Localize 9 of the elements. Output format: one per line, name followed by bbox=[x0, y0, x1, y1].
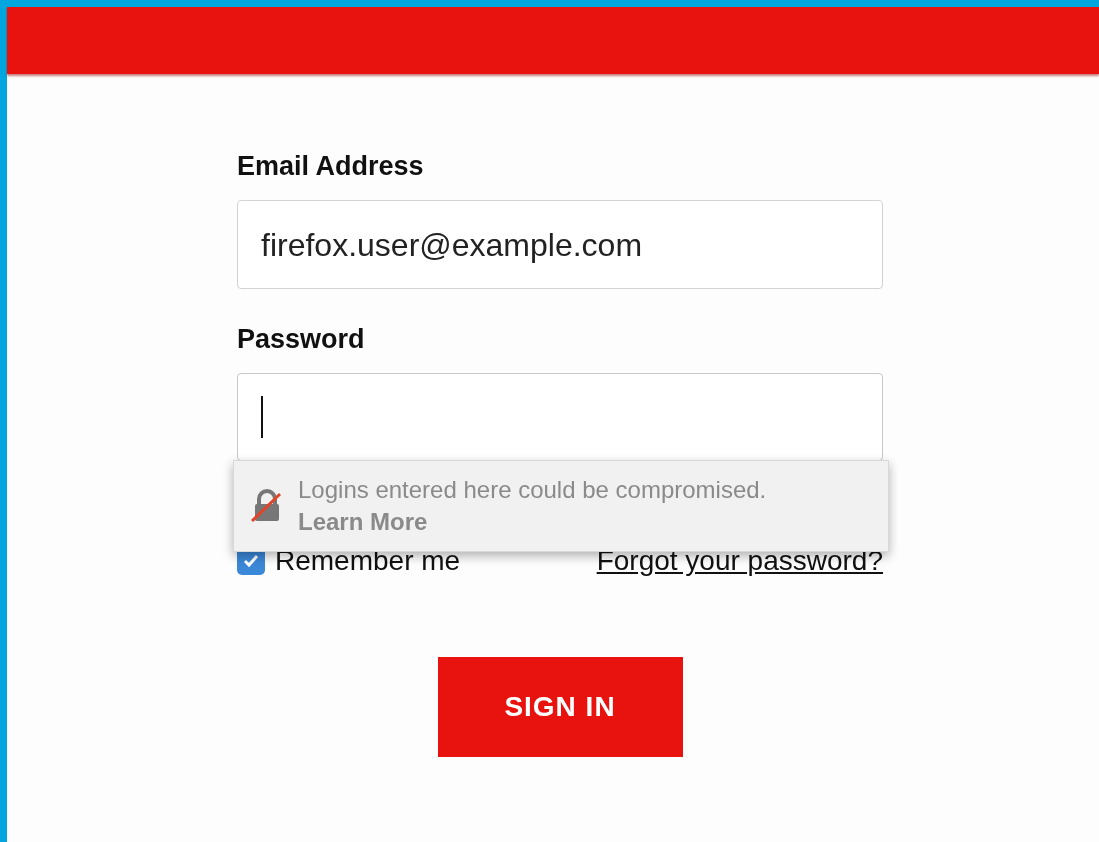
password-label: Password bbox=[237, 323, 366, 355]
email-field[interactable]: firefox.user@example.com bbox=[237, 200, 883, 289]
email-label: Email Address bbox=[237, 150, 425, 182]
broken-lock-icon bbox=[250, 489, 284, 523]
warning-message: Logins entered here could be compromised. bbox=[298, 475, 767, 505]
sign-in-button[interactable]: SIGN IN bbox=[437, 657, 683, 757]
email-value: firefox.user@example.com bbox=[261, 225, 643, 265]
password-field[interactable] bbox=[237, 373, 883, 461]
remember-label: Remember me bbox=[275, 544, 461, 578]
